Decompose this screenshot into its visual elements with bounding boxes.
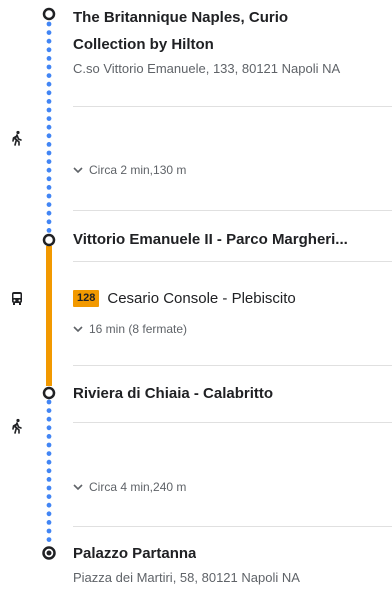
walk-route-dot <box>46 210 52 216</box>
walk-route-dot <box>46 64 52 70</box>
walk-route-dot <box>46 202 52 208</box>
destination-address: Piazza dei Martiri, 58, 80121 Napoli NA <box>73 570 300 585</box>
walk-route-dot <box>46 399 52 405</box>
walk-route-dot <box>46 47 52 53</box>
walk-route-dot <box>46 219 52 225</box>
walk-route-dot <box>46 30 52 35</box>
walk-route-dot <box>46 107 52 113</box>
walk-route-dot <box>46 502 52 508</box>
walk-route-dot <box>46 73 52 78</box>
walk-route-dot <box>46 434 52 439</box>
walk-summary: Circa 2 min,130 m <box>89 163 187 177</box>
walk-route-dot <box>46 176 52 182</box>
walk-route-dot <box>46 81 52 87</box>
walk-summary: Circa 4 min,240 m <box>89 480 187 494</box>
walk-route-dot <box>46 477 52 482</box>
bus-icon <box>12 292 22 305</box>
walk-route-dot <box>46 528 52 534</box>
origin-title-line2[interactable]: Collection by Hilton <box>73 36 214 53</box>
walk-route-dot <box>46 116 52 121</box>
walk-details-toggle[interactable]: Circa 2 min,130 m <box>73 163 186 177</box>
walk-route-dot <box>46 459 52 465</box>
walk-route-dot <box>46 159 52 165</box>
walk-route-dot <box>46 133 52 139</box>
divider <box>73 526 392 527</box>
destination-title[interactable]: Palazzo Partanna <box>73 545 196 562</box>
walk-route-dot <box>46 124 52 130</box>
walk-route-dot <box>46 485 52 491</box>
walk-route-dot <box>46 451 52 456</box>
origin-marker <box>42 7 56 21</box>
bus-route-line <box>46 246 52 386</box>
divider <box>73 422 392 423</box>
walk-route-dot <box>46 537 52 542</box>
divider <box>73 210 392 211</box>
walk-route-dot <box>46 442 52 448</box>
walk-route-dot <box>46 425 52 431</box>
alighting-stop-title[interactable]: Riviera di Chiaia - Calabritto <box>73 385 273 402</box>
walk-route-dot <box>46 193 52 199</box>
walk-route-dot <box>46 38 52 44</box>
stop-marker <box>42 386 56 400</box>
walk-icon <box>12 418 22 434</box>
bus-stops-toggle[interactable]: 16 min (8 fermate) <box>73 322 187 336</box>
walk-route-dot <box>46 468 52 474</box>
chevron-down-icon <box>73 167 83 174</box>
walk-route-dot <box>46 99 52 104</box>
walk-route-dot <box>46 185 52 190</box>
walk-route-dot <box>46 228 52 233</box>
divider <box>73 261 392 262</box>
walk-route-dots <box>46 399 52 542</box>
bus-headsign: Cesario Console - Plebiscito <box>107 290 296 307</box>
chevron-down-icon <box>73 484 83 491</box>
walk-route-dot <box>46 56 52 61</box>
destination-marker-dot <box>46 550 52 556</box>
walk-details-toggle[interactable]: Circa 4 min,240 m <box>73 480 186 494</box>
walk-route-dot <box>46 167 52 173</box>
walk-route-dots <box>46 21 52 233</box>
walk-route-dot <box>46 408 52 413</box>
bus-line-row[interactable]: 128 Cesario Console - Plebiscito <box>73 290 296 307</box>
divider <box>73 106 392 107</box>
origin-title-line1[interactable]: The Britannique Naples, Curio <box>73 9 288 26</box>
chevron-down-icon <box>73 326 83 333</box>
origin-address: C.so Vittorio Emanuele, 133, 80121 Napol… <box>73 61 341 76</box>
walk-icon <box>12 130 22 146</box>
bus-line-badge: 128 <box>73 290 100 307</box>
walk-route-dot <box>46 150 52 156</box>
bus-summary: 16 min (8 fermate) <box>89 322 188 336</box>
divider <box>73 365 392 366</box>
walk-route-dot <box>46 142 52 147</box>
walk-route-dot <box>46 520 52 525</box>
walk-route-dot <box>46 90 52 96</box>
boarding-stop-title[interactable]: Vittorio Emanuele II - Parco Margheri... <box>73 231 348 248</box>
walk-route-dot <box>46 511 52 517</box>
walk-route-dot <box>46 494 52 499</box>
walk-route-dot <box>46 21 52 27</box>
stop-marker <box>42 233 56 247</box>
walk-route-dot <box>46 416 52 422</box>
